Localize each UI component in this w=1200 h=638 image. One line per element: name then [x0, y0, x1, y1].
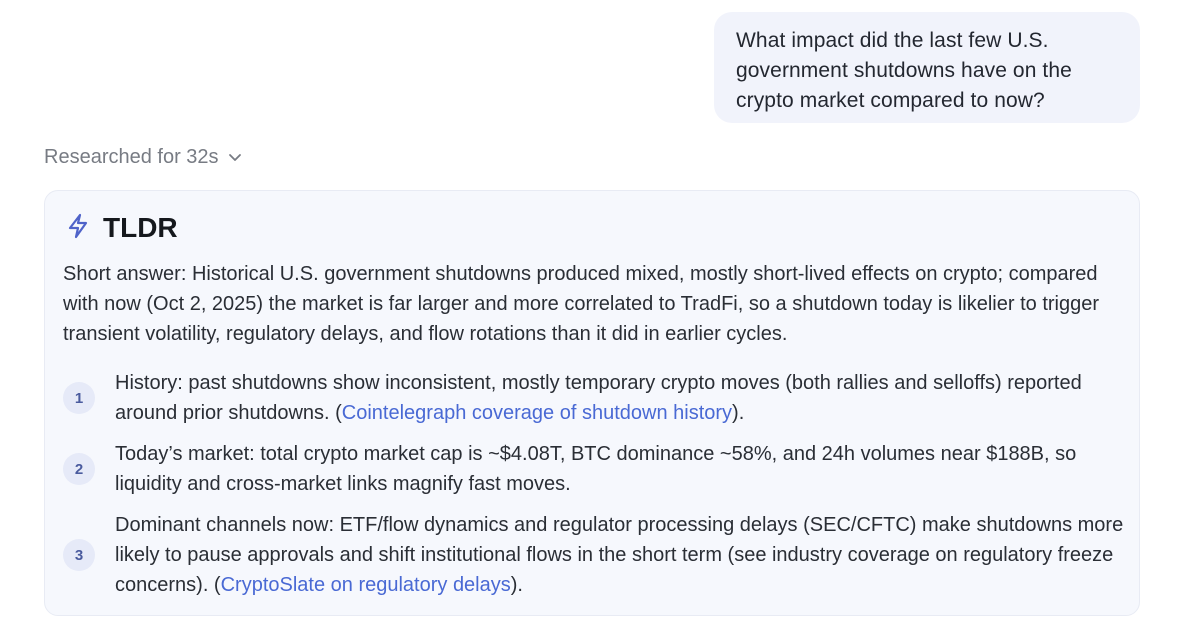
tldr-card: TLDR Short answer: Historical U.S. gover… — [44, 190, 1140, 616]
list-item-text: History: past shutdowns show inconsisten… — [115, 368, 1127, 428]
chevron-down-icon — [227, 149, 243, 165]
list-item-text: Today’s market: total crypto market cap … — [115, 439, 1127, 499]
cointelegraph-link[interactable]: Cointelegraph coverage of shutdown histo… — [342, 402, 732, 424]
list-item: 2 Today’s market: total crypto market ca… — [63, 439, 1127, 499]
researched-toggle[interactable]: Researched for 32s — [44, 143, 243, 171]
list-item-tail: ). — [510, 574, 523, 596]
list-item-body: Today’s market: total crypto market cap … — [115, 443, 1077, 495]
list-number-badge: 2 — [63, 453, 95, 485]
list-item: 1 History: past shutdowns show inconsist… — [63, 368, 1127, 428]
user-message-bubble: What impact did the last few U.S. govern… — [714, 12, 1140, 123]
list-item-tail: ). — [732, 402, 745, 424]
cryptoslate-link[interactable]: CryptoSlate on regulatory delays — [221, 574, 511, 596]
list-number-badge: 3 — [63, 539, 95, 571]
tldr-header: TLDR — [67, 209, 178, 247]
list-number-badge: 1 — [63, 382, 95, 414]
list-item-text: Dominant channels now: ETF/flow dynamics… — [115, 510, 1127, 600]
researched-label: Researched for 32s — [44, 146, 219, 168]
lightning-bolt-icon — [67, 213, 89, 244]
user-message-text: What impact did the last few U.S. govern… — [736, 29, 1072, 112]
tldr-title: TLDR — [103, 212, 178, 243]
list-item: 3 Dominant channels now: ETF/flow dynami… — [63, 510, 1127, 600]
tldr-summary: Short answer: Historical U.S. government… — [63, 263, 1100, 345]
